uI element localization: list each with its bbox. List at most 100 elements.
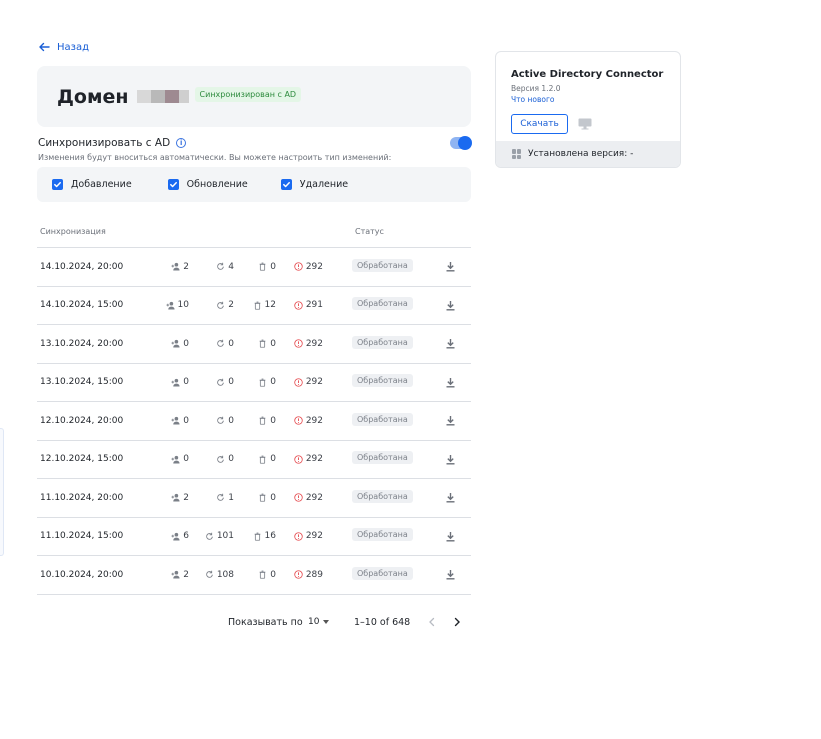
download-icon [446, 300, 455, 311]
download-button[interactable]: Скачать [511, 114, 568, 134]
count-updated-value: 108 [216, 569, 234, 580]
download-row-button[interactable] [445, 518, 456, 556]
status-badge: Обработана [352, 489, 413, 503]
sync-date: 13.10.2024, 20:00 [40, 338, 124, 349]
download-row-button[interactable] [445, 402, 456, 440]
next-page-button[interactable] [453, 614, 461, 630]
side-panel-edge[interactable] [0, 428, 4, 556]
count-added: 2 [171, 479, 189, 517]
count-deleted: 0 [258, 441, 276, 479]
download-row-button[interactable] [445, 441, 456, 479]
refresh-icon [217, 339, 225, 348]
count-deleted-value: 0 [270, 377, 276, 388]
rows-per-page-select[interactable]: 10 [308, 614, 330, 630]
status-badge: Обработана [352, 374, 413, 388]
status-cell: Обработана [352, 325, 413, 363]
download-icon [446, 570, 455, 580]
count-updated: 4 [216, 248, 234, 286]
table-row: 12.10.2024, 20:00 0 0 0 292 Обработана [37, 402, 471, 441]
redacted-domain-name [136, 90, 189, 103]
trash-icon [259, 378, 266, 387]
prev-page-button[interactable] [428, 614, 436, 630]
status-badge: Обработана [352, 297, 413, 311]
download-row-button[interactable] [445, 325, 456, 363]
back-link[interactable]: Назад [38, 41, 89, 53]
status-cell: Обработана [352, 518, 413, 556]
count-updated: 0 [216, 441, 234, 479]
checkbox-delete[interactable] [280, 179, 292, 190]
count-errors: 292 [294, 402, 323, 440]
error-circle-icon [294, 262, 303, 271]
count-errors-value: 292 [305, 377, 323, 388]
download-icon [446, 454, 455, 465]
table-row: 11.10.2024, 15:00 6 101 16 292 Обработана [37, 518, 471, 556]
sync-settings: Синхронизировать с AD i Изменения будут … [38, 136, 472, 162]
count-updated: 0 [216, 325, 234, 363]
page-range: 1–10 of 648 [354, 616, 411, 628]
option-delete[interactable]: Удаление [280, 179, 348, 190]
count-errors-value: 292 [305, 454, 323, 465]
error-circle-icon [294, 493, 303, 502]
count-deleted: 0 [258, 402, 276, 440]
monitor-icon[interactable] [578, 118, 592, 130]
info-icon[interactable]: i [176, 138, 187, 148]
refresh-icon [217, 301, 225, 309]
count-updated-value: 4 [228, 261, 234, 272]
count-added: 6 [171, 518, 189, 556]
count-added-value: 0 [183, 338, 189, 349]
option-update[interactable]: Обновление [167, 179, 248, 190]
status-badge: Обработана [352, 258, 413, 272]
checkmark-icon [282, 181, 290, 188]
table-header: Синхронизация Статус [37, 218, 471, 248]
download-icon [446, 493, 455, 503]
error-circle-icon [294, 378, 303, 387]
trash-icon [259, 416, 266, 425]
download-row-button[interactable] [445, 556, 456, 594]
connector-version: Версия 1.2.0 [511, 84, 561, 93]
user-plus-icon [171, 340, 180, 348]
back-label: Назад [57, 41, 90, 53]
user-plus-icon [171, 417, 180, 425]
sync-date: 10.10.2024, 20:00 [40, 569, 124, 580]
sync-date: 11.10.2024, 15:00 [40, 531, 124, 542]
download-row-button[interactable] [445, 287, 456, 325]
connector-title: Active Directory Connector [511, 69, 664, 80]
count-deleted: 0 [258, 325, 276, 363]
arrow-left-icon [39, 42, 50, 52]
refresh-icon [217, 416, 225, 425]
count-errors: 289 [294, 556, 323, 594]
count-added-value: 0 [183, 454, 189, 465]
download-row-button[interactable] [445, 364, 456, 402]
error-circle-icon [294, 570, 303, 579]
option-add-label: Добавление [71, 179, 132, 190]
count-deleted-value: 0 [270, 569, 276, 580]
checkbox-add[interactable] [52, 179, 63, 190]
header-status: Статус [355, 227, 384, 236]
user-plus-icon [171, 494, 180, 502]
count-deleted: 0 [258, 556, 276, 594]
download-row-button[interactable] [445, 479, 456, 517]
download-row-button[interactable] [445, 248, 456, 286]
count-errors: 292 [294, 479, 323, 517]
sync-date: 12.10.2024, 20:00 [40, 415, 124, 426]
count-errors-value: 292 [305, 338, 323, 349]
sync-toggle[interactable] [450, 136, 472, 150]
checkmark-icon [169, 181, 177, 188]
count-updated: 108 [205, 556, 234, 594]
checkbox-update[interactable] [167, 179, 179, 190]
connector-card: Active Directory Connector Версия 1.2.0 … [495, 51, 681, 168]
user-plus-icon [171, 378, 180, 387]
count-errors-value: 292 [305, 261, 323, 272]
error-circle-icon [294, 455, 303, 464]
sync-date: 13.10.2024, 15:00 [40, 377, 124, 388]
count-added: 2 [171, 248, 189, 286]
count-updated: 0 [216, 402, 234, 440]
count-errors-value: 292 [305, 492, 323, 503]
count-errors: 292 [294, 248, 323, 286]
option-add[interactable]: Добавление [52, 179, 132, 190]
whats-new-link[interactable]: Что нового [511, 95, 555, 104]
download-icon [446, 416, 455, 426]
count-deleted-value: 0 [270, 415, 276, 426]
grid-icon [512, 149, 522, 159]
count-deleted-value: 0 [270, 338, 276, 349]
